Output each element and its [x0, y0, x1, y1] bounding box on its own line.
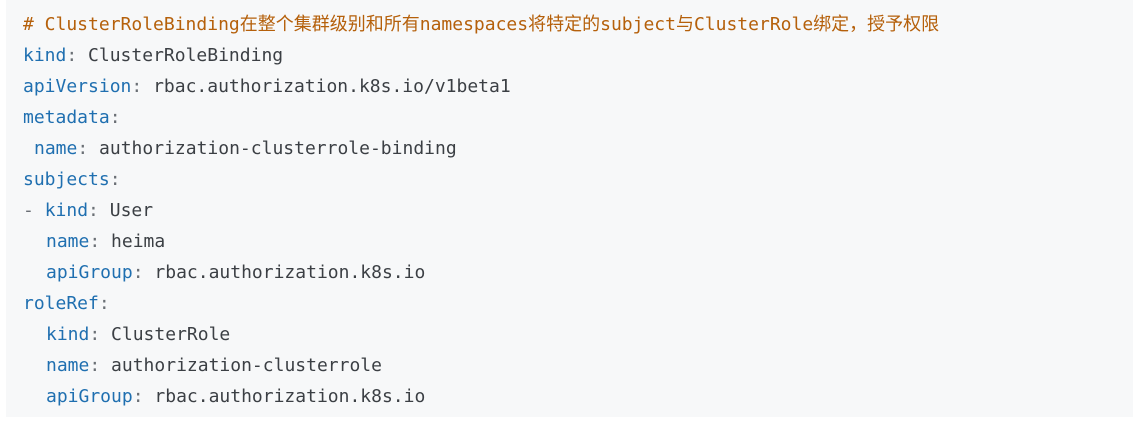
- yaml-line-roleref-kind: kind: ClusterRole: [23, 319, 1133, 350]
- yaml-separator: :: [89, 231, 112, 252]
- yaml-key: apiVersion: [23, 76, 132, 97]
- code-block: # ClusterRoleBinding在整个集群级别和所有namespaces…: [6, 0, 1133, 417]
- yaml-value: rbac.authorization.k8s.io: [154, 386, 426, 407]
- yaml-value: authorization-clusterrole-binding: [99, 138, 457, 159]
- yaml-key: metadata: [23, 107, 110, 128]
- yaml-separator: :: [109, 107, 121, 128]
- yaml-line-metadata: metadata:: [23, 102, 1133, 133]
- yaml-separator: :: [89, 355, 112, 376]
- yaml-value: ClusterRoleBinding: [88, 45, 284, 66]
- yaml-line-roleref-name: name: authorization-clusterrole: [23, 350, 1133, 381]
- yaml-line-roleref: roleRef:: [23, 288, 1133, 319]
- yaml-value: rbac.authorization.k8s.io/v1beta1: [153, 76, 511, 97]
- yaml-value: authorization-clusterrole: [111, 355, 382, 376]
- yaml-value: ClusterRole: [111, 324, 231, 345]
- yaml-separator: :: [98, 293, 110, 314]
- yaml-list-dash: -: [23, 200, 45, 221]
- yaml-value: User: [109, 200, 154, 221]
- yaml-line-metadata-name: name: authorization-clusterrole-binding: [23, 133, 1133, 164]
- yaml-line-subject-kind: - kind: User: [23, 195, 1133, 226]
- yaml-separator: :: [132, 262, 155, 283]
- yaml-value: rbac.authorization.k8s.io: [154, 262, 426, 283]
- yaml-line-subjects: subjects:: [23, 164, 1133, 195]
- yaml-separator: :: [88, 200, 110, 221]
- yaml-value: heima: [111, 231, 166, 252]
- yaml-key: apiGroup: [46, 386, 133, 407]
- yaml-line-subject-apigroup: apiGroup: rbac.authorization.k8s.io: [23, 257, 1133, 288]
- yaml-line-subject-name: name: heima: [23, 226, 1133, 257]
- yaml-key: kind: [46, 324, 90, 345]
- yaml-key: roleRef: [23, 293, 99, 314]
- yaml-line-apiversion: apiVersion: rbac.authorization.k8s.io/v1…: [23, 71, 1133, 102]
- yaml-key: subjects: [23, 169, 110, 190]
- yaml-separator: :: [66, 45, 89, 66]
- yaml-key: kind: [23, 45, 67, 66]
- yaml-key: name: [46, 231, 90, 252]
- yaml-key: kind: [44, 200, 89, 221]
- yaml-key: name: [46, 355, 90, 376]
- yaml-comment-line: # ClusterRoleBinding在整个集群级别和所有namespaces…: [23, 14, 940, 35]
- yaml-separator: :: [132, 386, 155, 407]
- yaml-separator: :: [109, 169, 121, 190]
- yaml-separator: :: [89, 324, 112, 345]
- yaml-line-kind: kind: ClusterRoleBinding: [23, 40, 1133, 71]
- yaml-separator: :: [131, 76, 154, 97]
- yaml-key: apiGroup: [46, 262, 133, 283]
- yaml-separator: :: [77, 138, 100, 159]
- yaml-key: name: [34, 138, 78, 159]
- yaml-line-roleref-apigroup: apiGroup: rbac.authorization.k8s.io: [23, 381, 1133, 412]
